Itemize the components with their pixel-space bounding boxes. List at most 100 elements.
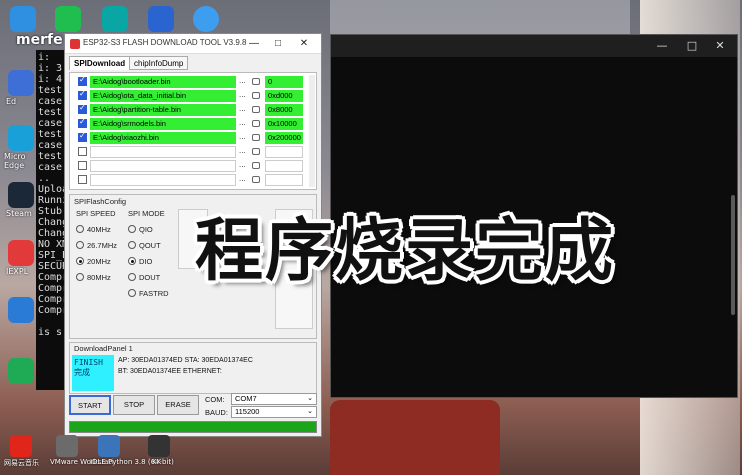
desktop-icon-1[interactable]	[10, 6, 36, 32]
preview-icon[interactable]	[252, 148, 260, 155]
spi-speed-radio[interactable]: 20MHz	[76, 257, 111, 266]
file-row: E:\Aidog\srmodels.bin... 0x10000	[72, 117, 308, 130]
address-input[interactable]: 0xd000	[265, 90, 303, 102]
file-checkbox[interactable]	[78, 89, 87, 100]
app-icon[interactable]	[8, 240, 34, 266]
file-path-input[interactable]: E:\Aidog\ota_data_initial.bin	[90, 90, 236, 102]
console-line: case	[38, 140, 63, 151]
file-path-input[interactable]	[90, 174, 236, 186]
app-icon[interactable]	[8, 358, 34, 384]
tab-chipinfodump[interactable]: chipInfoDump	[129, 56, 189, 70]
address-input[interactable]: 0x10000	[265, 118, 303, 130]
browse-button[interactable]: ...	[239, 160, 246, 169]
file-checkbox[interactable]	[78, 117, 87, 128]
maximize-button[interactable]: □	[683, 38, 701, 54]
steam-icon[interactable]	[8, 182, 34, 208]
browse-button[interactable]: ...	[239, 118, 246, 127]
radio-label: QIO	[139, 225, 153, 234]
preview-icon[interactable]	[252, 120, 260, 127]
preview-icon[interactable]	[252, 92, 260, 99]
maximize-button[interactable]: □	[269, 36, 287, 52]
minimize-button[interactable]: —	[245, 36, 263, 52]
spi-mode-radio[interactable]: QIO	[128, 225, 153, 234]
spi-mode-radio[interactable]: DIO	[128, 257, 152, 266]
minimize-button[interactable]: —	[653, 38, 671, 54]
file-checkbox[interactable]	[78, 161, 87, 170]
file-checkbox[interactable]	[78, 175, 87, 184]
radio-label: QOUT	[139, 241, 161, 250]
address-input[interactable]: 0	[265, 76, 303, 88]
scrollbar[interactable]	[309, 75, 315, 187]
desktop-icon-3[interactable]	[102, 6, 128, 32]
desktop-icon-4[interactable]	[148, 6, 174, 32]
spi-mode-radio[interactable]: FASTRD	[128, 289, 169, 298]
netease-music-icon[interactable]	[10, 435, 32, 457]
tool-titlebar[interactable]: ESP32-S3 FLASH DOWNLOAD TOOL V3.9.8 — □ …	[65, 34, 321, 54]
address-input[interactable]	[265, 174, 303, 186]
recycle-bin-icon[interactable]	[8, 70, 34, 96]
erase-button[interactable]: ERASE	[157, 395, 199, 415]
download-panel-label: DownloadPanel 1	[74, 344, 133, 353]
wallpaper-area	[330, 0, 630, 34]
browse-button[interactable]: ...	[239, 146, 246, 155]
preview-icon[interactable]	[252, 162, 260, 169]
app-logo-icon	[70, 39, 80, 49]
preview-icon[interactable]	[252, 106, 260, 113]
progress-bar	[69, 421, 317, 433]
address-input[interactable]: 0x200000	[265, 132, 303, 144]
file-path-input[interactable]	[90, 160, 236, 172]
edge-icon[interactable]	[8, 125, 34, 151]
file-path-input[interactable]: E:\Aidog\srmodels.bin	[90, 118, 236, 130]
radio-label: 80MHz	[87, 273, 111, 282]
spi-speed-radio[interactable]: 26.7MHz	[76, 241, 117, 250]
file-path-input[interactable]: E:\Aidog\xiaozhi.bin	[90, 132, 236, 144]
spi-mode-radio[interactable]: QOUT	[128, 241, 161, 250]
desktop-icon-5[interactable]	[193, 6, 219, 32]
com-select[interactable]: COM7 ⌄	[231, 393, 317, 405]
chevron-down-icon: ⌄	[307, 395, 313, 402]
browse-button[interactable]: ...	[239, 104, 246, 113]
baud-value: 115200	[235, 407, 260, 416]
spi-speed-radio[interactable]: 40MHz	[76, 225, 111, 234]
app-icon[interactable]	[8, 297, 34, 323]
radio-icon	[76, 225, 84, 233]
preview-icon[interactable]	[252, 134, 260, 141]
baud-select[interactable]: 115200 ⌄	[231, 406, 317, 418]
scrollbar[interactable]	[731, 195, 735, 315]
browse-button[interactable]: ...	[239, 174, 246, 183]
radio-label: 40MHz	[87, 225, 111, 234]
browse-button[interactable]: ...	[239, 76, 246, 85]
file-checkbox[interactable]	[78, 131, 87, 142]
close-button[interactable]: ✕	[711, 38, 729, 54]
file-path-input[interactable]: E:\Aidog\partition-table.bin	[90, 104, 236, 116]
terminal-titlebar[interactable]: — □ ✕	[331, 35, 737, 57]
file-checkbox[interactable]	[78, 147, 87, 156]
preview-icon[interactable]	[252, 78, 260, 85]
close-button[interactable]: ✕	[295, 36, 313, 52]
file-path-input[interactable]	[90, 146, 236, 158]
stop-button[interactable]: STOP	[113, 395, 155, 415]
console-line: test	[38, 129, 63, 140]
python-idle-icon[interactable]	[98, 435, 120, 457]
preview-icon[interactable]	[252, 176, 260, 183]
radio-label: 20MHz	[87, 257, 111, 266]
tab-spidownload[interactable]: SPIDownload	[69, 56, 131, 70]
browse-button[interactable]: ...	[239, 90, 246, 99]
spi-mode-label: SPI MODE	[128, 209, 165, 218]
file-checkbox[interactable]	[78, 103, 87, 114]
console-line: test	[38, 85, 63, 96]
wechat-icon[interactable]	[55, 6, 81, 32]
file-checkbox[interactable]	[78, 75, 87, 86]
start-button[interactable]: START	[69, 395, 111, 415]
spi-speed-radio[interactable]: 80MHz	[76, 273, 111, 282]
browse-button[interactable]: ...	[239, 132, 246, 141]
desktop-icon-label: Ed	[6, 97, 17, 106]
address-input[interactable]	[265, 160, 303, 172]
app-icon[interactable]	[148, 435, 170, 457]
address-input[interactable]	[265, 146, 303, 158]
address-input[interactable]: 0x8000	[265, 104, 303, 116]
spi-mode-radio[interactable]: DOUT	[128, 273, 160, 282]
file-path-input[interactable]: E:\Aidog\bootloader.bin	[90, 76, 236, 88]
console-line: case	[38, 118, 63, 129]
vmware-icon[interactable]	[56, 435, 78, 457]
